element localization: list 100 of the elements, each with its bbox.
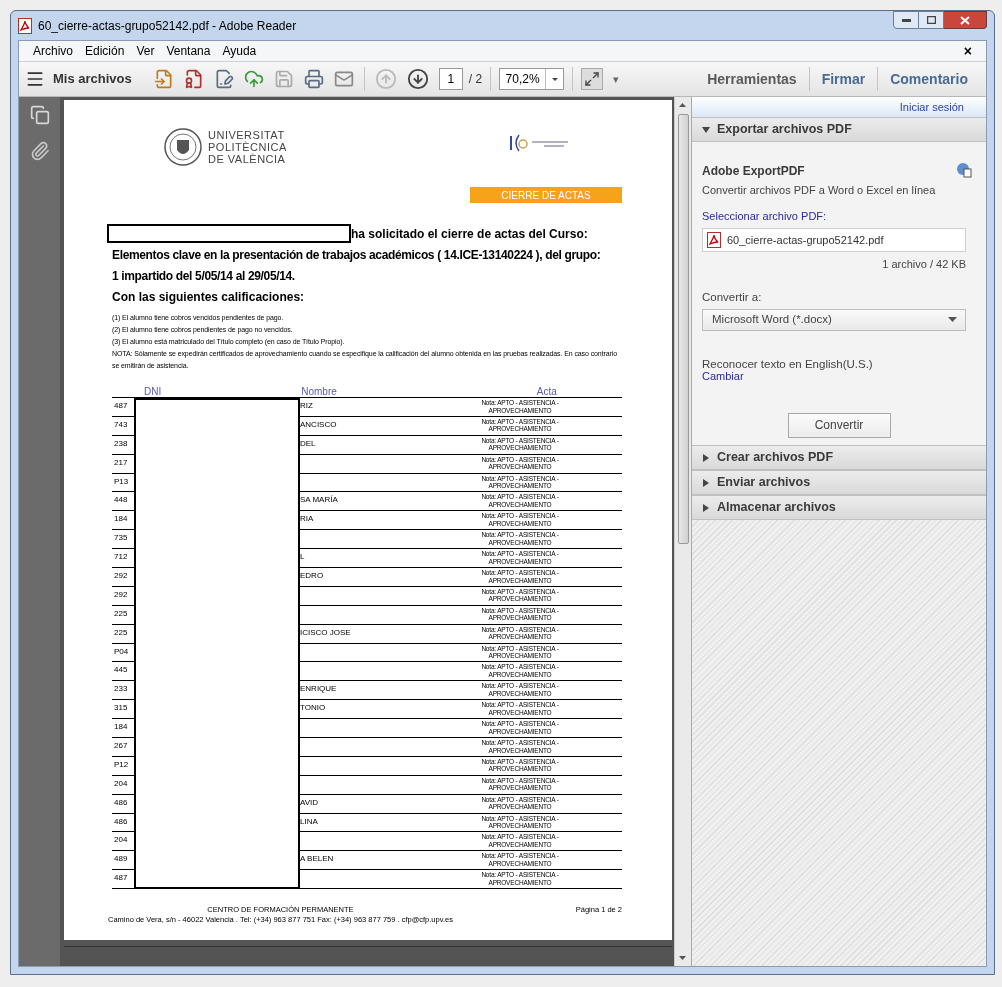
- table-cell-text: 487: [113, 873, 128, 883]
- table-cell-text: 225: [113, 627, 128, 637]
- table-cell-text: 292: [113, 589, 128, 599]
- table-cell: ENRIQUE: [300, 684, 337, 694]
- pane-tab[interactable]: Firmar: [808, 67, 878, 91]
- close-icon: [960, 15, 970, 25]
- pdf-icon: [18, 17, 32, 34]
- convert-button[interactable]: Convertir: [787, 412, 891, 438]
- menu-icon[interactable]: [25, 69, 45, 89]
- page-field[interactable]: 1: [438, 68, 463, 90]
- table-cell: A BELEN: [300, 854, 334, 864]
- course-text: 1 impartido del 5/05/14 al 29/05/14.: [112, 268, 296, 285]
- table-cell-text: 315: [113, 703, 128, 713]
- close-document-button[interactable]: ×: [963, 44, 972, 58]
- service-title: Adobe ExportPDF: [702, 163, 805, 180]
- table-cell-text: 448: [113, 495, 128, 505]
- table-cell-text: 486: [113, 797, 128, 807]
- paperclip-icon[interactable]: [29, 141, 50, 161]
- university-seal: [164, 128, 202, 166]
- pdf-file-icon: [707, 232, 721, 248]
- menu-item[interactable]: Ayuda: [222, 42, 257, 60]
- format-select[interactable]: Microsoft Word (*.docx): [702, 308, 966, 331]
- table-cell-text: 238: [113, 438, 128, 448]
- convert-label: Convertir a:: [702, 289, 763, 305]
- table-cell-text: 184: [113, 722, 128, 732]
- table-cell-text: 217: [113, 457, 128, 467]
- table-cell-text: 486: [113, 816, 128, 826]
- zoom-field[interactable]: 70,2%: [499, 68, 565, 90]
- column-header: DNI: [144, 386, 162, 397]
- table-cell-text: 225: [113, 608, 128, 618]
- table-cell-text: 712: [113, 552, 128, 562]
- select-file-label: Seleccionar archivo PDF:: [702, 208, 828, 224]
- table-cell: DEL: [300, 438, 316, 448]
- table-cell-text: 184: [113, 514, 128, 524]
- mail-icon[interactable]: [333, 69, 354, 89]
- scrollbar-thumb[interactable]: [677, 114, 689, 544]
- table-cell: TONIO: [300, 703, 326, 713]
- scroll-up-icon[interactable]: [679, 102, 687, 108]
- table-cell-text: 233: [113, 684, 128, 694]
- table-cell-text: 445: [113, 665, 128, 675]
- file-field[interactable]: 60_cierre-actas-grupo52142.pdf: [702, 228, 966, 252]
- course-text: Elementos clave en la presentación de trabajos académicos ( 14.ICE-13140224 ), del grupo:: [112, 247, 602, 264]
- more-tools-button[interactable]: ▾: [613, 70, 620, 88]
- table-cell: EDRO: [300, 571, 324, 580]
- next-page-icon[interactable]: [406, 68, 429, 90]
- menu-item[interactable]: Ver: [136, 42, 155, 60]
- panel-section-header[interactable]: Crear archivos PDF: [692, 445, 986, 470]
- table-cell-text: P12: [113, 759, 129, 769]
- my-files-button[interactable]: Mis archivos: [53, 69, 132, 89]
- table-cell-text: 292: [113, 571, 128, 580]
- printer-icon[interactable]: [303, 69, 324, 89]
- table-cell: RIZ: [300, 401, 313, 410]
- menu-item[interactable]: Archivo: [33, 42, 73, 60]
- menu-item[interactable]: Ventana: [166, 42, 211, 60]
- table-cell: RIA: [300, 514, 314, 524]
- caret-icon: [702, 478, 710, 487]
- table-cell-text: 489: [113, 854, 128, 864]
- column-header: Nombre: [301, 386, 337, 397]
- file-info: 1 archivo / 42 KB: [882, 257, 966, 272]
- expand-icon[interactable]: [581, 68, 604, 90]
- scroll-down-icon[interactable]: [679, 955, 687, 961]
- maximize-button[interactable]: [919, 11, 944, 29]
- panel-section-header[interactable]: Almacenar archivos: [692, 495, 986, 520]
- ocr-language-text: Reconocer texto en English(U.S.): [702, 357, 874, 370]
- page-total: / 2: [468, 71, 483, 88]
- maximize-icon: [926, 16, 936, 24]
- panel-section-header[interactable]: Exportar archivos PDF: [692, 117, 986, 142]
- table-cell-text: 204: [113, 778, 128, 788]
- dropdown-arrow-icon: [948, 317, 957, 323]
- pane-tab[interactable]: Herramientas: [695, 67, 809, 91]
- table-cell: SA MARÍA: [300, 495, 338, 505]
- scrollbar[interactable]: [674, 97, 691, 966]
- table-cell: AVID: [300, 797, 319, 807]
- pane-tab[interactable]: Comentario: [877, 67, 980, 91]
- close-button[interactable]: [944, 11, 987, 29]
- caret-icon: [702, 503, 710, 512]
- table-cell-text: P13: [113, 476, 129, 486]
- table-cell-text: 743: [113, 419, 128, 429]
- table-cell: ANCISCO: [300, 419, 337, 429]
- cloud-upload-icon[interactable]: [243, 69, 264, 89]
- table-cell: L: [300, 552, 305, 562]
- file-arrow-icon[interactable]: [153, 69, 174, 89]
- table-cell-text: P04: [113, 646, 129, 656]
- sign-in-link[interactable]: Iniciar sesión: [899, 98, 964, 116]
- university-name: UNIVERSITAT: [208, 129, 286, 141]
- table-cell-text: 735: [113, 533, 128, 543]
- section-banner: CIERRE DE ACTAS: [470, 187, 622, 203]
- globe-document-icon: [956, 162, 972, 178]
- file-badge-icon[interactable]: [183, 69, 204, 89]
- university-name: POLITÈCNICA: [208, 141, 287, 153]
- change-link[interactable]: Cambiar: [702, 369, 744, 382]
- minimize-button[interactable]: [893, 11, 919, 29]
- grades-heading: Con las siguientes calificaciones:: [112, 289, 306, 306]
- table-cell: LINA: [300, 816, 318, 826]
- table-cell-text: 487: [113, 401, 128, 410]
- panel-section-header[interactable]: Enviar archivos: [692, 470, 986, 495]
- pages-icon[interactable]: [29, 105, 50, 125]
- table-cell-text: 204: [113, 835, 128, 845]
- menu-item[interactable]: Edición: [85, 42, 125, 60]
- table-cell-text: 267: [113, 741, 128, 751]
